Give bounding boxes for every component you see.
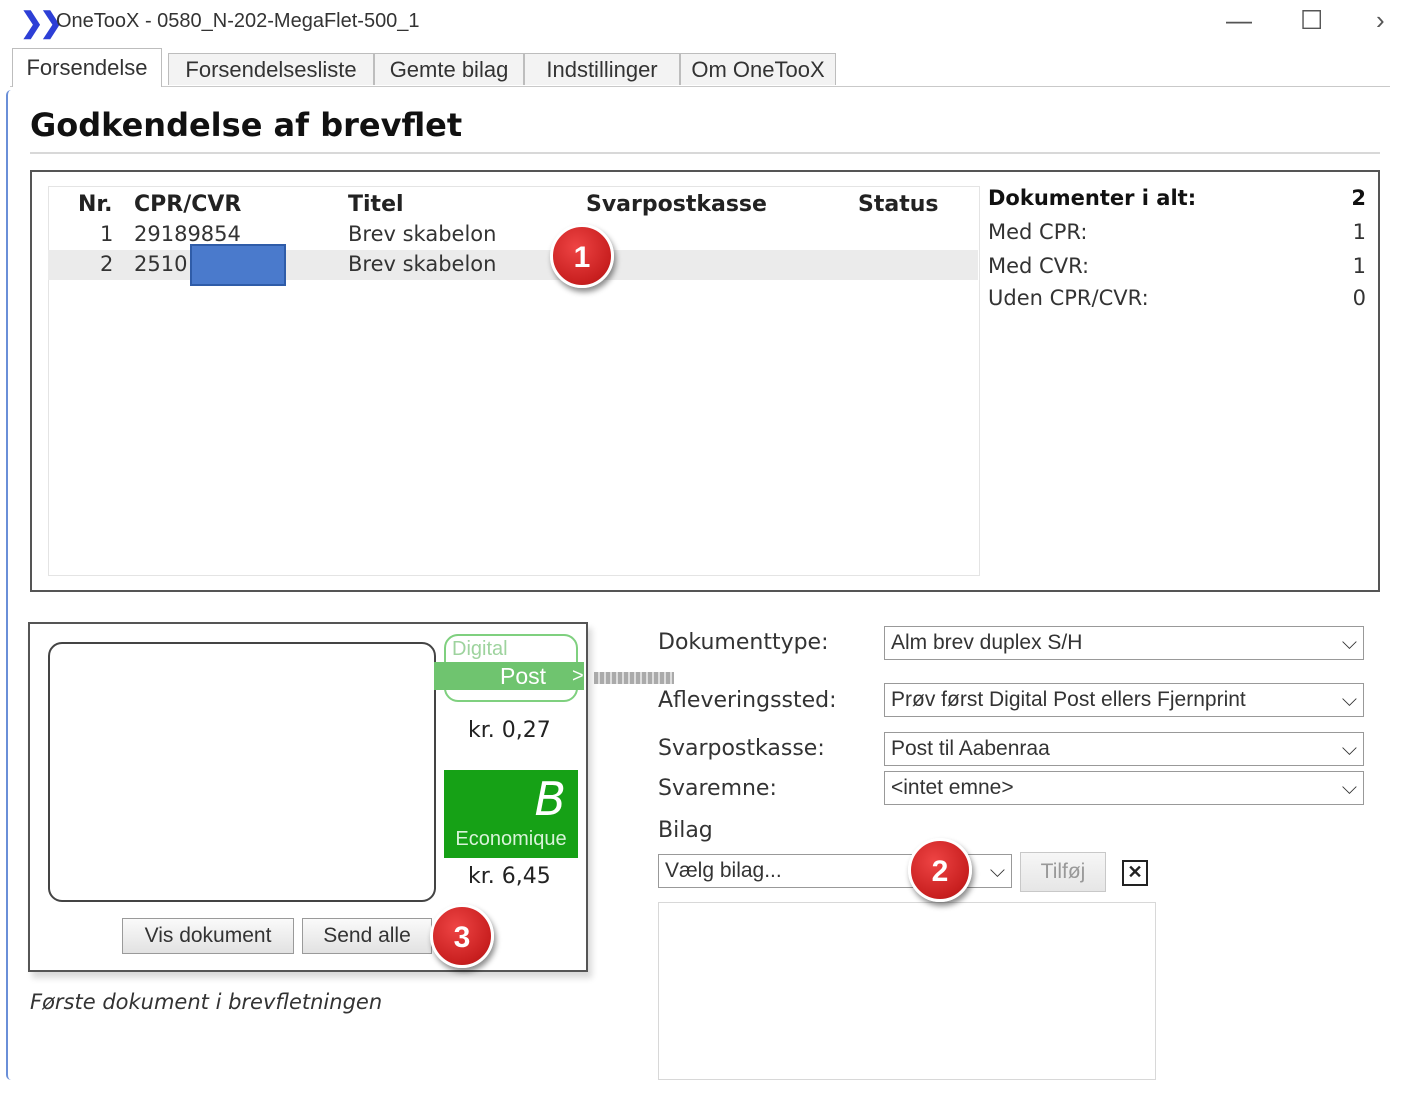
remove-bilag-icon[interactable]: ✕ bbox=[1122, 860, 1148, 886]
title-divider bbox=[30, 152, 1380, 154]
svaremne-select[interactable]: <intet emne> ⌵ bbox=[884, 771, 1364, 805]
cell-nr: 2 bbox=[100, 252, 114, 276]
economique-price: kr. 6,45 bbox=[468, 864, 551, 889]
stat-cvr-value: 1 bbox=[1352, 254, 1366, 278]
post-label: Post bbox=[500, 663, 547, 689]
window-edge-accent bbox=[6, 90, 11, 1080]
cell-titel: Brev skabelon bbox=[348, 222, 497, 246]
document-table-panel: Nr. CPR/CVR Titel Svarpostkasse Status 1… bbox=[30, 170, 1380, 592]
afleveringssted-value: Prøv først Digital Post ellers Fjernprin… bbox=[891, 688, 1246, 711]
svarpostkasse-value: Post til Aabenraa bbox=[891, 737, 1050, 760]
callout-1: 1 bbox=[550, 224, 614, 288]
tab-indstillinger[interactable]: Indstillinger bbox=[524, 53, 680, 85]
maximize-button[interactable]: ☐ bbox=[1300, 6, 1323, 34]
chevron-down-icon: ⌵ bbox=[989, 860, 1005, 882]
document-preview bbox=[48, 642, 436, 902]
dokumenttype-value: Alm brev duplex S/H bbox=[891, 631, 1083, 654]
cell-cpr: 29189854 bbox=[134, 222, 241, 246]
tab-om-onetoox[interactable]: Om OneTooX bbox=[680, 53, 836, 85]
tilfoj-button[interactable]: Tilføj bbox=[1020, 852, 1106, 892]
stat-total-value: 2 bbox=[1351, 186, 1366, 210]
col-header-nr[interactable]: Nr. bbox=[78, 192, 112, 217]
post-tail-decoration bbox=[594, 672, 674, 684]
col-header-titel[interactable]: Titel bbox=[348, 192, 404, 217]
minimize-button[interactable]: — bbox=[1226, 6, 1252, 34]
b-letter-icon: B bbox=[534, 772, 566, 826]
title-bar: ❯❯ OneTooX - 0580_N-202-MegaFlet-500_1 —… bbox=[0, 0, 1420, 44]
svarpostkasse-label: Svarpostkasse: bbox=[658, 736, 825, 761]
b-economique-option[interactable]: B Economique bbox=[444, 770, 578, 858]
window-title: OneTooX - 0580_N-202-MegaFlet-500_1 bbox=[56, 10, 420, 32]
table-row-selected[interactable]: 2 2510 Brev skabelon bbox=[48, 250, 978, 280]
cell-titel: Brev skabelon bbox=[348, 252, 497, 276]
digital-price: kr. 0,27 bbox=[468, 718, 551, 743]
bilag-list[interactable] bbox=[658, 902, 1156, 1080]
bilag-placeholder: Vælg bilag... bbox=[665, 859, 782, 882]
send-alle-button[interactable]: Send alle bbox=[302, 918, 432, 954]
tab-forsendelse[interactable]: Forsendelse bbox=[12, 48, 162, 87]
col-header-svarpostkasse[interactable]: Svarpostkasse bbox=[586, 192, 767, 217]
col-header-status[interactable]: Status bbox=[858, 192, 938, 217]
stat-cvr-label: Med CVR: bbox=[988, 254, 1090, 278]
svaremne-value: <intet emne> bbox=[891, 776, 1014, 799]
tab-forsendelsesliste[interactable]: Forsendelsesliste bbox=[168, 53, 374, 85]
afleveringssted-select[interactable]: Prøv først Digital Post ellers Fjernprin… bbox=[884, 683, 1364, 717]
dokumenttype-label: Dokumenttype: bbox=[658, 630, 829, 655]
chevron-down-icon: ⌵ bbox=[1341, 632, 1357, 654]
cell-cpr: 2510 bbox=[134, 252, 188, 276]
vis-dokument-button[interactable]: Vis dokument bbox=[122, 918, 294, 954]
digital-label: Digital bbox=[452, 638, 508, 660]
stat-total-label: Dokumenter i alt: bbox=[988, 186, 1197, 210]
table-row[interactable]: 1 29189854 Brev skabelon bbox=[48, 220, 978, 250]
dokumenttype-select[interactable]: Alm brev duplex S/H ⌵ bbox=[884, 626, 1364, 660]
chevron-down-icon: ⌵ bbox=[1341, 777, 1357, 799]
stat-cpr-value: 1 bbox=[1352, 220, 1366, 244]
tab-bar: Forsendelse Forsendelsesliste Gemte bila… bbox=[10, 48, 1390, 87]
chevron-down-icon: ⌵ bbox=[1341, 738, 1357, 760]
app-logo-icon: ❯❯ bbox=[20, 7, 63, 38]
arrow-right-icon: > bbox=[572, 665, 584, 687]
callout-3: 3 bbox=[430, 904, 494, 968]
close-button[interactable]: › bbox=[1376, 6, 1385, 34]
preview-note: Første dokument i brevfletningen bbox=[30, 990, 383, 1014]
stat-none-label: Uden CPR/CVR: bbox=[988, 286, 1149, 310]
bilag-label: Bilag bbox=[658, 818, 713, 843]
chevron-down-icon: ⌵ bbox=[1341, 689, 1357, 711]
svaremne-label: Svaremne: bbox=[658, 776, 777, 801]
tab-gemte-bilag[interactable]: Gemte bilag bbox=[374, 53, 524, 85]
stat-none-value: 0 bbox=[1352, 286, 1366, 310]
redaction-box bbox=[190, 244, 286, 286]
preview-panel: Digital Post > kr. 0,27 B Economique kr.… bbox=[28, 622, 674, 972]
callout-2: 2 bbox=[908, 838, 972, 902]
economique-label: Economique bbox=[455, 828, 567, 850]
cell-nr: 1 bbox=[100, 222, 114, 246]
svarpostkasse-select[interactable]: Post til Aabenraa ⌵ bbox=[884, 732, 1364, 766]
afleveringssted-label: Afleveringssted: bbox=[658, 688, 837, 713]
page-title: Godkendelse af brevflet bbox=[30, 106, 463, 144]
digital-post-option[interactable]: Digital Post > bbox=[434, 634, 674, 702]
col-header-cpr[interactable]: CPR/CVR bbox=[134, 192, 241, 217]
stat-cpr-label: Med CPR: bbox=[988, 220, 1088, 244]
